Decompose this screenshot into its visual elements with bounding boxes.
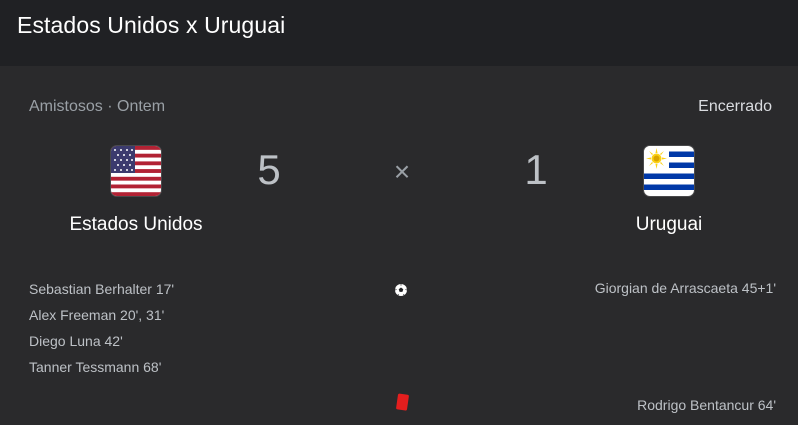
- match-date: Ontem: [117, 98, 166, 115]
- versus-symbol: ×: [393, 156, 411, 187]
- home-score: 5: [257, 146, 281, 193]
- home-team-name[interactable]: Estados Unidos: [26, 214, 246, 236]
- page-header: Estados Unidos x Uruguai: [0, 0, 798, 66]
- scorer-item: Alex Freeman 20', 31': [29, 307, 165, 323]
- scorer-item: Giorgian de Arrascaeta 45+1': [594, 280, 776, 296]
- usa-flag-icon[interactable]: [111, 146, 161, 196]
- scorer-item: Diego Luna 42': [29, 333, 123, 349]
- soccer-ball-icon: [395, 284, 407, 296]
- match-status: Encerrado: [698, 98, 772, 115]
- home-scorers-list: Sebastian Berhalter 17' Alex Freeman 20'…: [29, 280, 174, 384]
- away-scorers-list: Giorgian de Arrascaeta 45+1': [595, 280, 776, 296]
- match-card[interactable]: Amistosos · Ontem Encerrado 5 × 1 Estado…: [0, 66, 798, 425]
- page-title: Estados Unidos x Uruguai: [17, 12, 286, 38]
- uruguay-flag-icon[interactable]: [644, 146, 694, 196]
- away-team-name[interactable]: Uruguai: [559, 214, 779, 236]
- red-card-player: Rodrigo Bentancur 64': [637, 397, 776, 413]
- competition-label[interactable]: Amistosos: [29, 98, 103, 115]
- away-score: 1: [524, 146, 548, 193]
- meta-separator: ·: [102, 98, 118, 115]
- match-meta: Amistosos · Ontem: [29, 98, 165, 116]
- scorer-item: Sebastian Berhalter 17': [29, 281, 175, 297]
- scorer-item: Tanner Tessmann 68': [29, 359, 162, 375]
- red-card-icon: [396, 393, 409, 411]
